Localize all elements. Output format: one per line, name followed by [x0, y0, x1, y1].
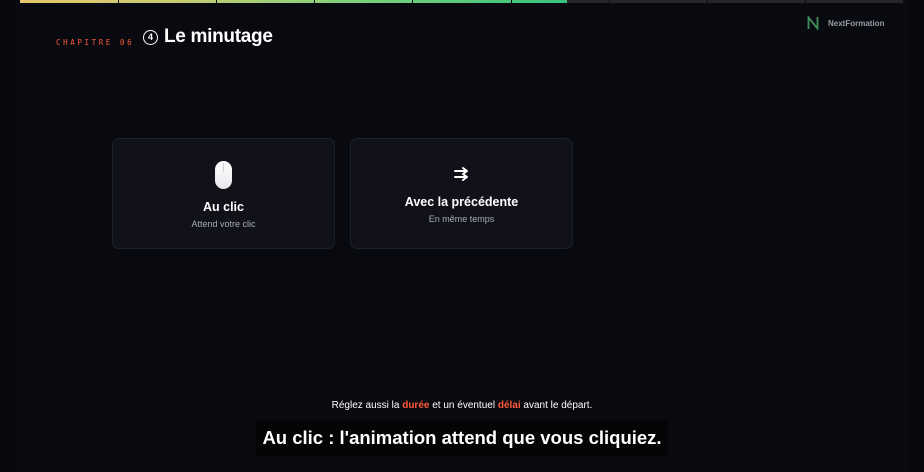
- card-title: Avec la précédente: [404, 195, 519, 209]
- progress-segment-divider: [412, 0, 413, 3]
- n-logo-icon: [807, 16, 819, 30]
- subtitle-caption: Au clic : l'animation attend que vous cl…: [262, 427, 662, 448]
- card-on-click[interactable]: Au clic Attend votre clic: [112, 138, 335, 249]
- subtitle-caption-box: Au clic : l'animation attend que vous cl…: [256, 420, 668, 456]
- highlight-delai: délai: [497, 400, 521, 411]
- card-with-previous[interactable]: Avec la précédente En même temps: [350, 138, 573, 249]
- progress-segment-divider: [707, 0, 708, 3]
- progress-segment-divider: [118, 0, 119, 3]
- hint-part: et un éventuel: [429, 400, 498, 411]
- progress-segment-divider: [314, 0, 315, 3]
- double-arrow-icon: [453, 167, 468, 181]
- progress-fill: [20, 0, 568, 3]
- progress-segment-divider: [609, 0, 610, 3]
- chapter-number-badge: 4: [143, 29, 158, 45]
- card-title: Au clic: [203, 200, 244, 214]
- progress-segment-divider: [511, 0, 512, 3]
- mouse-icon: [215, 161, 232, 189]
- brand-logo: NextFormation: [807, 16, 884, 30]
- progress-segment-divider: [805, 0, 806, 3]
- brand-name: NextFormation: [828, 18, 885, 28]
- card-subtitle: Attend votre clic: [191, 219, 256, 229]
- progress-bar: [20, 0, 903, 3]
- hint-text: Réglez aussi la durée et un éventuel dél…: [0, 400, 924, 411]
- hint-part: avant le départ.: [520, 400, 593, 411]
- highlight-duree: durée: [402, 400, 430, 411]
- progress-segment-divider: [216, 0, 217, 3]
- hint-part: Réglez aussi la: [331, 400, 403, 411]
- card-subtitle: En même temps: [428, 214, 495, 224]
- page-title: Le minutage: [164, 26, 273, 47]
- chapter-label: CHAPITRE 06: [56, 38, 135, 47]
- page-title-group: 4 Le minutage: [143, 26, 273, 48]
